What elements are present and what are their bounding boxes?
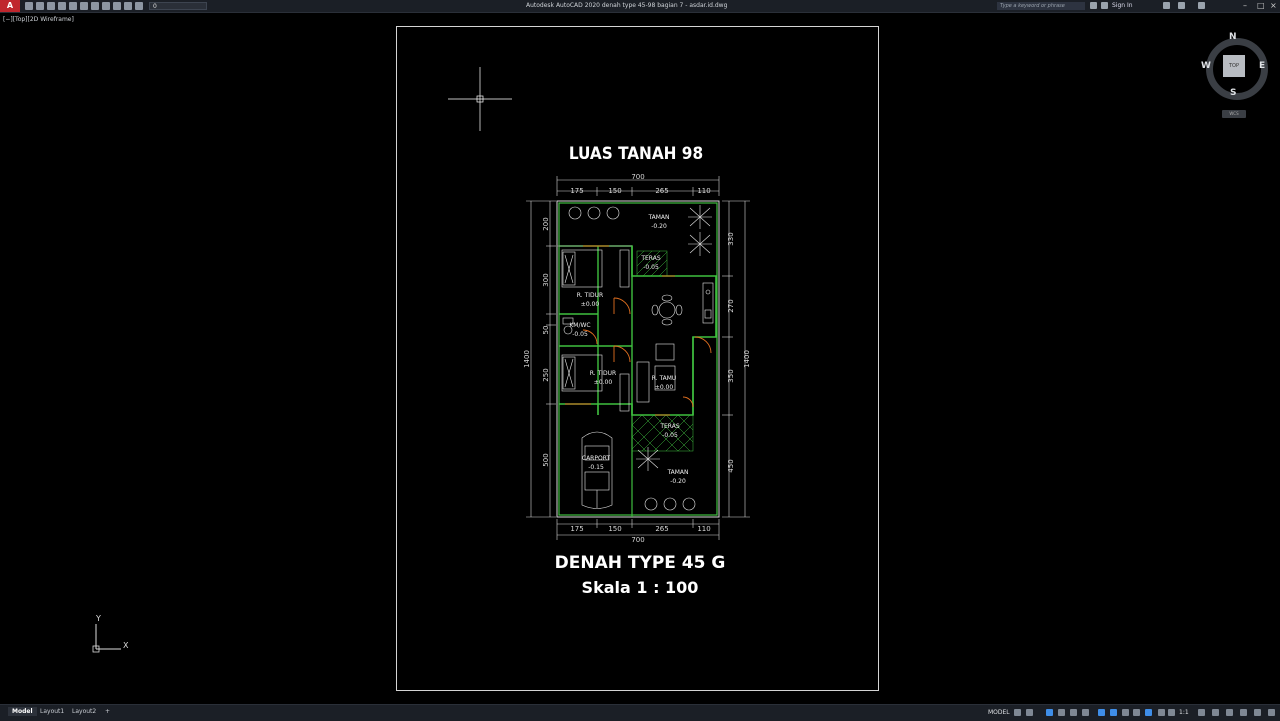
room-level-bathroom: -0.05 (572, 331, 588, 338)
ortho-icon[interactable] (1046, 709, 1053, 716)
compass-west[interactable]: W (1201, 61, 1211, 71)
room-level-teras-2: -0.05 (662, 432, 678, 439)
tab-layout1[interactable]: Layout1 (36, 707, 68, 716)
annotation-visibility-icon[interactable] (1158, 709, 1165, 716)
dim-bottom-total: 700 (631, 536, 644, 544)
dim-top-total: 700 (631, 173, 644, 181)
add-layout-button[interactable]: + (101, 707, 114, 716)
tab-layout2[interactable]: Layout2 (68, 707, 100, 716)
dim-bottom-4: 110 (697, 525, 710, 533)
annotation-scale-icon[interactable] (1145, 709, 1152, 716)
annotation-monitor-icon[interactable] (1212, 709, 1219, 716)
dim-top-4: 110 (697, 187, 710, 195)
dim-left-4: 250 (542, 368, 550, 381)
room-level-taman-1: -0.20 (651, 223, 667, 230)
dim-right-total: 1400 (743, 350, 751, 368)
terrace-hatch (631, 250, 694, 452)
dim-top-1: 175 (570, 187, 583, 195)
snap-icon[interactable] (1026, 709, 1033, 716)
room-name-carport: CARPORT (582, 455, 611, 462)
wcs-menu[interactable]: WCS (1222, 110, 1246, 118)
model-space-button[interactable]: MODEL (988, 709, 1010, 716)
dim-left-1: 200 (542, 217, 550, 230)
dim-right-3: 350 (727, 369, 735, 382)
drawing-title-bottom: DENAH TYPE 45 G (555, 553, 726, 573)
dim-left-5: 500 (542, 453, 550, 466)
room-level-teras-1: -0.05 (643, 264, 659, 271)
lineweight-icon[interactable] (1110, 709, 1117, 716)
dim-top-2: 150 (608, 187, 621, 195)
crosshair-cursor (448, 67, 512, 131)
compass-north[interactable]: N (1229, 32, 1237, 42)
ucs-x-label: X (123, 641, 129, 650)
clean-screen-icon[interactable] (1254, 709, 1261, 716)
drawing-scale: Skala 1 : 100 (582, 578, 699, 597)
room-level-bedroom-1: ±0.00 (581, 301, 600, 308)
room-name-taman-2: TAMAN (666, 469, 688, 476)
dim-bottom-3: 265 (655, 525, 668, 533)
room-level-taman-2: -0.20 (670, 478, 686, 485)
floor-plan-drawing: LUAS TANAH 98 DENAH TYPE 45 G Skala 1 : … (448, 67, 751, 597)
dim-right-4: 450 (727, 459, 735, 472)
dim-top-3: 265 (655, 187, 668, 195)
object-snap-tracking-icon[interactable] (1082, 709, 1089, 716)
room-level-carport: -0.15 (588, 464, 604, 471)
ucs-y-label: Y (95, 614, 101, 623)
annotation-scale-value[interactable]: 1:1 (1179, 709, 1189, 716)
dim-left-total: 1400 (523, 350, 531, 368)
isolate-objects-icon[interactable] (1226, 709, 1233, 716)
viewcube-top-face[interactable]: TOP (1223, 55, 1245, 77)
autoscale-icon[interactable] (1168, 709, 1175, 716)
viewcube[interactable]: TOP N S E W (1200, 32, 1268, 100)
ucs-icon: Y X (92, 614, 129, 653)
room-name-bedroom-1: R. TIDUR (577, 292, 603, 299)
isodraft-icon[interactable] (1070, 709, 1077, 716)
tab-model[interactable]: Model (8, 707, 37, 716)
room-name-teras-2: TERAS (659, 423, 679, 430)
dim-right-2: 270 (727, 299, 735, 312)
workspace-gear-icon[interactable] (1198, 709, 1205, 716)
room-level-bedroom-2: ±0.00 (594, 379, 613, 386)
dim-bottom-2: 150 (608, 525, 621, 533)
selection-cycling-icon[interactable] (1133, 709, 1140, 716)
room-name-bedroom-2: R. TIDUR (590, 370, 616, 377)
drawing-title-top: LUAS TANAH 98 (569, 144, 703, 164)
room-name-bathroom: KM/WC (569, 322, 590, 329)
compass-east[interactable]: E (1259, 61, 1265, 71)
hardware-acceleration-icon[interactable] (1240, 709, 1247, 716)
room-level-living: ±0.00 (655, 384, 674, 391)
room-name-taman-1: TAMAN (647, 214, 669, 221)
dim-bottom-1: 175 (570, 525, 583, 533)
dim-left-2: 300 (542, 273, 550, 286)
compass-south[interactable]: S (1230, 88, 1236, 98)
room-name-living: R. TAMU (652, 375, 677, 382)
polar-icon[interactable] (1058, 709, 1065, 716)
dim-right-1: 330 (727, 232, 735, 245)
object-snap-icon[interactable] (1098, 709, 1105, 716)
dim-left-3: 50 (542, 326, 550, 335)
transparency-icon[interactable] (1122, 709, 1129, 716)
status-bar: Model Layout1 Layout2 + MODEL 1:1 (0, 704, 1280, 721)
customization-icon[interactable] (1268, 709, 1275, 716)
room-name-teras-1: TERAS (640, 255, 660, 262)
grid-icon[interactable] (1014, 709, 1021, 716)
